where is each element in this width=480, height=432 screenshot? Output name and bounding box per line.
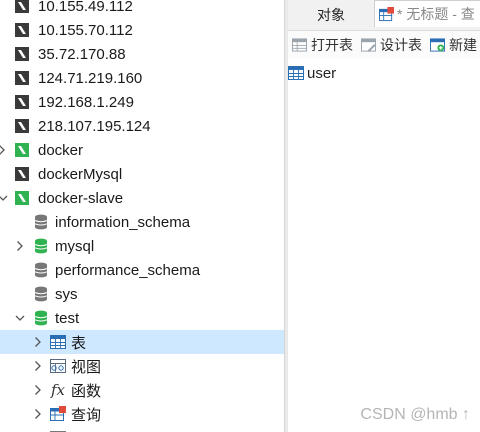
database-label: sys: [55, 285, 78, 303]
tree-item-label: 视图: [71, 358, 102, 376]
connection-label: dockerMysql: [38, 165, 123, 183]
table-icon: [288, 66, 304, 80]
database-grey-icon: [33, 214, 49, 230]
object-toolbar: 打开表 设计表 新建: [288, 31, 480, 59]
query-icon: [50, 406, 66, 422]
database-item[interactable]: mysql: [0, 234, 284, 258]
connection-item[interactable]: 192.168.1.249: [0, 90, 284, 114]
connection-item[interactable]: 35.72.170.88: [0, 42, 284, 66]
connection-label: docker-slave: [38, 189, 124, 207]
database-item[interactable]: information_schema: [0, 210, 284, 234]
chevron-down-icon[interactable]: [0, 191, 8, 205]
table-icon: [50, 334, 66, 350]
connection-item-docker[interactable]: docker: [0, 138, 284, 162]
dolphin-grey-icon: [14, 70, 30, 86]
database-green-icon: [33, 238, 49, 254]
watermark-text: CSDN @hmb ↑: [360, 406, 470, 423]
connection-item[interactable]: 10.155.49.112: [0, 0, 284, 18]
database-green-icon: [33, 310, 49, 326]
chevron-right-icon[interactable]: [33, 407, 43, 421]
connection-label: 10.155.70.112: [38, 21, 133, 39]
database-label: test: [55, 309, 80, 327]
chevron-right-icon[interactable]: [33, 335, 43, 349]
chevron-right-icon[interactable]: [33, 383, 43, 397]
tree-item-label: 函数: [71, 382, 102, 400]
connection-label: 192.168.1.249: [38, 93, 134, 111]
chevron-right-icon[interactable]: [15, 239, 25, 253]
connection-label: 218.107.195.124: [38, 117, 151, 135]
dolphin-grey-icon: [14, 0, 30, 14]
tree-item-tables[interactable]: 表: [0, 330, 284, 354]
tab-objects[interactable]: 对象: [288, 0, 374, 30]
tree-item-partial[interactable]: [0, 426, 284, 432]
tree-item-queries[interactable]: 查询: [0, 402, 284, 426]
connection-item[interactable]: 218.107.195.124: [0, 114, 284, 138]
connection-item[interactable]: 10.155.70.112: [0, 18, 284, 42]
dolphin-grey-icon: [14, 94, 30, 110]
tab-untitled-query[interactable]: * 无标题 - 查: [374, 0, 480, 27]
tree-item-views[interactable]: 视图: [0, 354, 284, 378]
function-icon: 𝑓x: [50, 381, 65, 399]
new-table-label: 新建: [449, 37, 477, 53]
tree-item-functions[interactable]: 𝑓x 函数: [0, 378, 284, 402]
dolphin-green-icon: [14, 190, 30, 206]
connection-label: 10.155.49.112: [38, 0, 133, 15]
database-label: mysql: [55, 237, 95, 255]
table-object-label: user: [307, 64, 337, 82]
database-item-test[interactable]: test: [0, 306, 284, 330]
dolphin-green-icon: [14, 142, 30, 158]
connection-label: 124.71.219.160: [38, 69, 143, 87]
database-grey-icon: [33, 286, 49, 302]
connection-label: 35.72.170.88: [38, 45, 126, 63]
open-table-button[interactable]: 打开表: [292, 35, 353, 55]
open-table-label: 打开表: [311, 37, 353, 53]
tab-bar: 对象 * 无标题 - 查: [288, 0, 480, 31]
design-table-icon: [361, 38, 376, 52]
connection-item[interactable]: 124.71.219.160: [0, 66, 284, 90]
connection-item-dockermysql[interactable]: dockerMysql: [0, 162, 284, 186]
design-table-button[interactable]: 设计表: [361, 35, 422, 55]
table-object-item[interactable]: user: [288, 63, 336, 83]
tree-item-label: 表: [71, 334, 87, 352]
new-table-button[interactable]: 新建: [430, 35, 477, 55]
database-item[interactable]: sys: [0, 282, 284, 306]
tab-label: * 无标题 - 查: [397, 6, 475, 22]
view-icon: [50, 358, 66, 374]
object-pane: 对象 * 无标题 - 查 打开表 设计表 新建 user CSDN @hmb ↑: [288, 0, 480, 432]
navigation-tree: 10.155.49.112 10.155.70.112 35.72.170.88…: [0, 0, 284, 432]
tree-item-label: 查询: [71, 406, 102, 424]
connection-label: docker: [38, 141, 84, 159]
dolphin-grey-icon: [14, 118, 30, 134]
database-label: information_schema: [55, 213, 191, 231]
chevron-right-icon[interactable]: [33, 359, 43, 373]
new-table-icon: [430, 38, 445, 52]
database-item[interactable]: performance_schema: [0, 258, 284, 282]
query-icon: [379, 6, 394, 22]
dolphin-grey-icon: [14, 22, 30, 38]
chevron-right-icon[interactable]: [0, 143, 7, 157]
connection-item-docker-slave[interactable]: docker-slave: [0, 186, 284, 210]
design-table-label: 设计表: [380, 37, 422, 53]
database-grey-icon: [33, 262, 49, 278]
database-label: performance_schema: [55, 261, 201, 279]
dolphin-grey-icon: [14, 46, 30, 62]
chevron-down-icon[interactable]: [15, 311, 25, 325]
open-table-icon: [292, 38, 307, 52]
dolphin-grey-icon: [14, 166, 30, 182]
